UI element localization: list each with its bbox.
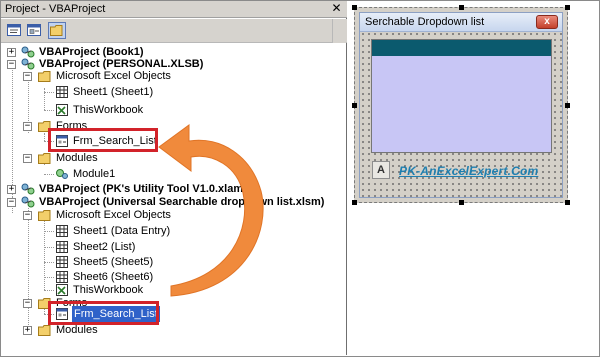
userform-titlebar[interactable]: Serchable Dropdown list x bbox=[360, 13, 562, 32]
project-explorer-titlebar[interactable]: Project - VBAProject ✕ bbox=[1, 1, 347, 18]
folder-icon bbox=[38, 71, 51, 82]
collapse-icon[interactable]: − bbox=[23, 154, 32, 163]
workbook-icon bbox=[56, 104, 68, 116]
resize-handle[interactable] bbox=[565, 103, 570, 108]
worksheet-icon bbox=[56, 241, 68, 253]
expand-icon[interactable]: + bbox=[7, 185, 16, 194]
tree-item-label: Sheet1 (Sheet1) bbox=[73, 86, 154, 98]
toggle-folders-icon bbox=[50, 25, 63, 36]
collapse-icon[interactable]: − bbox=[23, 122, 32, 131]
folder-icon bbox=[38, 210, 51, 221]
curved-arrow-icon bbox=[158, 124, 264, 297]
collapse-icon[interactable]: − bbox=[7, 198, 16, 207]
tree-folder-modules[interactable]: + Modules bbox=[1, 322, 341, 338]
worksheet-icon bbox=[56, 86, 68, 98]
expand-icon[interactable]: + bbox=[23, 326, 32, 335]
view-code-icon bbox=[7, 24, 21, 36]
tree-item-sheet[interactable]: Sheet1 (Sheet1) bbox=[1, 84, 341, 100]
form-designer-pane: Serchable Dropdown list x A PK-AnExcelEx… bbox=[348, 1, 599, 355]
project-explorer-title: Project - VBAProject bbox=[5, 3, 106, 15]
tree-item-label: Sheet2 (List) bbox=[73, 241, 136, 253]
folder-icon bbox=[38, 153, 51, 164]
resize-handle[interactable] bbox=[352, 200, 357, 205]
resize-handle[interactable] bbox=[565, 200, 570, 205]
logo-icon[interactable]: A bbox=[372, 161, 390, 179]
highlight-box bbox=[48, 128, 158, 152]
view-object-icon bbox=[27, 24, 41, 36]
resize-handle[interactable] bbox=[565, 5, 570, 10]
close-icon[interactable]: ✕ bbox=[330, 2, 343, 15]
tree-item-label: ThisWorkbook bbox=[73, 104, 144, 116]
tree-item-label: Modules bbox=[56, 324, 98, 336]
worksheet-icon bbox=[56, 225, 68, 237]
resize-handle[interactable] bbox=[352, 103, 357, 108]
close-icon[interactable]: x bbox=[536, 15, 558, 29]
tree-item-label: Microsoft Excel Objects bbox=[56, 70, 171, 82]
toggle-folders-button[interactable] bbox=[48, 22, 66, 39]
resize-handle[interactable] bbox=[352, 5, 357, 10]
view-object-button[interactable] bbox=[25, 22, 43, 39]
worksheet-icon bbox=[56, 256, 68, 268]
project-explorer-pane: Project - VBAProject ✕ + VBAProject (Boo… bbox=[1, 1, 347, 355]
tree-item-label: Module1 bbox=[73, 168, 116, 180]
userform-window[interactable]: Serchable Dropdown list x A PK-AnExcelEx… bbox=[359, 12, 563, 198]
website-link[interactable]: PK-AnExcelExpert.Com bbox=[399, 164, 538, 178]
userform-selection-frame[interactable]: Serchable Dropdown list x A PK-AnExcelEx… bbox=[352, 5, 570, 205]
project-explorer-toolbar bbox=[1, 19, 347, 43]
folder-icon bbox=[38, 325, 51, 336]
listbox-header bbox=[372, 40, 551, 56]
view-code-button[interactable] bbox=[5, 22, 23, 39]
collapse-icon[interactable]: − bbox=[23, 72, 32, 81]
resize-handle[interactable] bbox=[459, 5, 464, 10]
toolbar-scroll-button[interactable] bbox=[332, 19, 346, 43]
tree-folder-excel-objects[interactable]: − Microsoft Excel Objects bbox=[1, 68, 341, 84]
tree-item-label: Sheet5 (Sheet5) bbox=[73, 256, 154, 268]
module-icon bbox=[56, 169, 68, 179]
resize-handle[interactable] bbox=[459, 200, 464, 205]
userform-title: Serchable Dropdown list bbox=[365, 16, 485, 28]
tree-item-label: Modules bbox=[56, 152, 98, 164]
listbox-control[interactable] bbox=[371, 39, 552, 153]
collapse-icon[interactable]: − bbox=[23, 211, 32, 220]
